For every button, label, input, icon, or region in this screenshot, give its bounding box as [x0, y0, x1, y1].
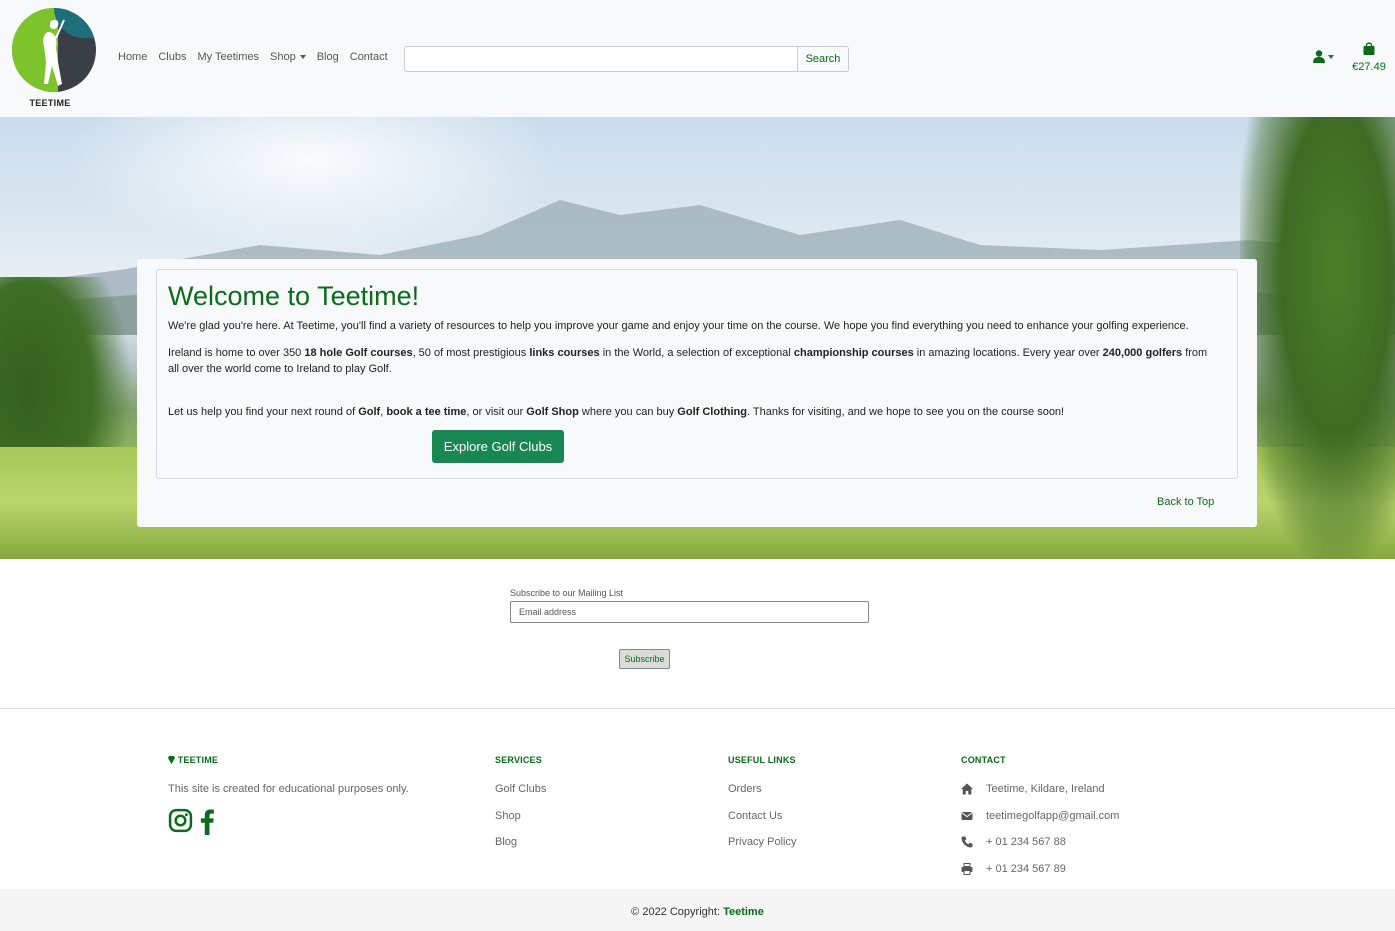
facebook-icon[interactable] [198, 808, 216, 835]
subscribe-button[interactable]: Subscribe [619, 649, 670, 669]
nav-contact[interactable]: Contact [350, 51, 388, 63]
footer-useful-links-heading: USEFUL LINKS [728, 755, 796, 765]
footer-email: teetimegolfapp@gmail.com [986, 810, 1120, 822]
envelope-icon [961, 812, 973, 820]
copyright-text: © 2022 Copyright: Teetime [631, 906, 764, 918]
user-icon [1313, 50, 1325, 63]
search-button[interactable]: Search [798, 46, 849, 72]
footer-phone: + 01 234 567 88 [986, 836, 1066, 848]
help-paragraph: Let us help you find your next round of … [168, 406, 1065, 418]
footer-brand-text: This site is created for educational pur… [168, 783, 409, 795]
nav-shop-dropdown[interactable]: Shop [270, 51, 306, 63]
nav-clubs[interactable]: Clubs [158, 51, 186, 63]
account-dropdown[interactable] [1313, 50, 1334, 63]
nav-home[interactable]: Home [118, 51, 147, 63]
email-field[interactable]: Email address [510, 601, 869, 623]
intro-paragraph: We're glad you're here. At Teetime, you'… [168, 320, 1189, 332]
cart-link[interactable]: €27.49 [1349, 42, 1389, 73]
chevron-down-icon [1328, 54, 1334, 59]
footer-contact-heading: CONTACT [961, 755, 1006, 765]
copyright-brand-link[interactable]: Teetime [723, 906, 764, 918]
logo-text: TEETIME [29, 98, 71, 108]
main-nav: Home Clubs My Teetimes Shop Blog Contact [118, 51, 399, 63]
home-icon [961, 783, 973, 795]
subscribe-label: Subscribe to our Mailing List [510, 588, 624, 598]
gem-icon [168, 756, 175, 764]
footer-link-golf-clubs[interactable]: Golf Clubs [495, 783, 546, 795]
footer-link-blog[interactable]: Blog [495, 836, 517, 848]
golfer-logo-icon [12, 8, 96, 92]
search-form: Search [404, 46, 849, 72]
search-input[interactable] [404, 46, 798, 72]
teetime-logo[interactable]: TEETIME [11, 8, 97, 110]
footer-link-privacy-policy[interactable]: Privacy Policy [728, 836, 796, 848]
instagram-icon[interactable] [168, 808, 193, 833]
footer-link-orders[interactable]: Orders [728, 783, 762, 795]
welcome-card: Welcome to Teetime! We're glad you're he… [137, 259, 1257, 527]
cart-total: €27.49 [1352, 61, 1386, 73]
nav-blog[interactable]: Blog [317, 51, 339, 63]
ireland-paragraph: Ireland is home to over 350 18 hole Golf… [168, 347, 1208, 375]
section-divider [0, 708, 1395, 709]
nav-shop-label: Shop [270, 51, 296, 63]
footer-services-heading: SERVICES [495, 755, 542, 765]
phone-icon [961, 836, 973, 848]
nav-my-teetimes[interactable]: My Teetimes [197, 51, 259, 63]
shopping-bag-icon [1363, 42, 1375, 55]
footer-brand-heading: TEETIME [168, 755, 218, 765]
printer-icon [961, 863, 973, 875]
footer-fax: + 01 234 567 89 [986, 863, 1066, 875]
welcome-heading: Welcome to Teetime! [168, 281, 420, 311]
footer-link-shop[interactable]: Shop [495, 810, 521, 822]
footer-address: Teetime, Kildare, Ireland [986, 783, 1105, 795]
footer-link-contact-us[interactable]: Contact Us [728, 810, 782, 822]
welcome-panel: Welcome to Teetime! We're glad you're he… [156, 269, 1238, 479]
chevron-down-icon [299, 55, 306, 60]
explore-golf-clubs-button[interactable]: Explore Golf Clubs [432, 430, 564, 463]
back-to-top-link[interactable]: Back to Top [1157, 496, 1214, 508]
navbar: TEETIME Home Clubs My Teetimes Shop Blog… [0, 0, 1395, 117]
